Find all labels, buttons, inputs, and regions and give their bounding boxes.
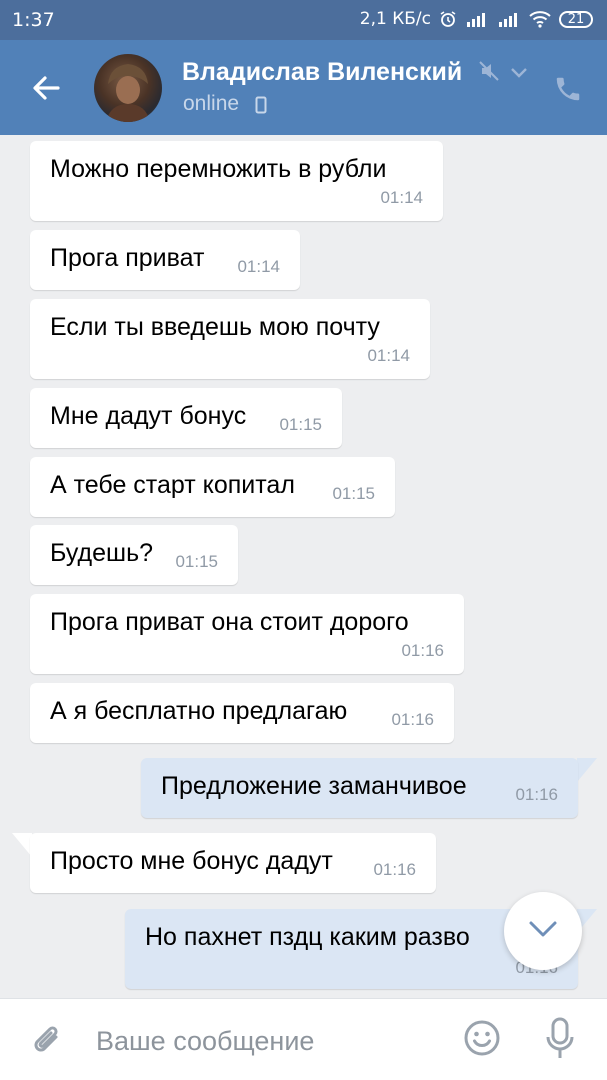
composer (0, 998, 607, 1080)
signal-icon (497, 11, 521, 27)
chevron-down-icon (528, 920, 558, 943)
message-incoming[interactable]: А тебе старт копитал 01:15 (30, 457, 395, 517)
message-incoming[interactable]: А я бесплатно предлагаю 01:16 (30, 683, 454, 743)
message-text: Мне дадут бонус (50, 402, 247, 430)
emoji-icon[interactable] (463, 1019, 501, 1062)
message-time: 01:15 (175, 552, 218, 571)
alarm-icon (439, 10, 457, 28)
message-text: Если ты введешь мою почту (50, 313, 380, 341)
message-incoming[interactable]: Прога приват она стоит дорого 01:16 (30, 594, 464, 674)
message-incoming[interactable]: Будешь? 01:15 (30, 525, 238, 585)
message-time: 01:16 (391, 710, 434, 729)
message-text: Просто мне бонус дадут (50, 847, 333, 875)
message-text: Будешь? (50, 539, 154, 567)
signal-icon (465, 11, 489, 27)
status-bar: 1:37 2,1 КБ/с 21 (0, 0, 607, 40)
bubble-tail (12, 833, 32, 857)
bubble-tail (577, 758, 597, 782)
battery-indicator: 21 (559, 10, 593, 28)
contact-name[interactable]: Владислав Виленский (182, 58, 462, 87)
phone-icon[interactable] (553, 74, 583, 109)
message-text: Можно перемножить в рубли (50, 155, 387, 183)
message-incoming[interactable]: Мне дадут бонус 01:15 (30, 388, 342, 448)
chat-header: Владислав Виленский online (0, 40, 607, 135)
message-text: Прога приват (50, 244, 205, 272)
message-outgoing[interactable]: Предложение заманчивое 01:16 (141, 758, 578, 818)
contact-status: online (183, 92, 240, 115)
message-time: 01:16 (515, 785, 558, 804)
message-incoming[interactable]: Прога приват 01:14 (30, 230, 300, 290)
message-incoming[interactable]: Просто мне бонус дадут 01:16 (30, 833, 436, 893)
network-speed: 2,1 КБ/с (359, 9, 431, 29)
message-text: Но пахнет пздц каким разво (145, 923, 470, 951)
message-incoming[interactable]: Если ты введешь мою почту 01:14 (30, 299, 430, 379)
message-time: 01:15 (332, 484, 375, 503)
mobile-device-icon (255, 96, 267, 119)
microphone-icon[interactable] (545, 1017, 575, 1066)
chevron-down-icon[interactable] (510, 66, 528, 84)
message-time: 01:14 (237, 257, 280, 276)
message-text: Прога приват она стоит дорого (50, 608, 409, 636)
message-list[interactable]: Можно перемножить в рубли 01:14 Прога пр… (0, 135, 607, 998)
message-time: 01:15 (279, 415, 322, 434)
message-input[interactable] (96, 1021, 436, 1061)
attach-icon[interactable] (30, 1021, 66, 1066)
avatar[interactable] (94, 54, 162, 122)
mute-icon (478, 60, 500, 87)
message-time: 01:14 (367, 346, 410, 365)
wifi-icon (529, 10, 551, 28)
message-incoming[interactable]: Можно перемножить в рубли 01:14 (30, 141, 443, 221)
message-time: 01:14 (380, 188, 423, 207)
status-time: 1:37 (12, 9, 55, 31)
status-indicators: 2,1 КБ/с 21 (360, 9, 593, 29)
message-text: А я бесплатно предлагаю (50, 697, 348, 725)
message-time: 01:16 (373, 860, 416, 879)
message-text: А тебе старт копитал (50, 471, 295, 499)
back-arrow-icon[interactable] (28, 70, 64, 106)
message-time: 01:16 (401, 641, 444, 660)
message-text: Предложение заманчивое (161, 772, 467, 800)
scroll-down-button[interactable] (504, 892, 582, 970)
